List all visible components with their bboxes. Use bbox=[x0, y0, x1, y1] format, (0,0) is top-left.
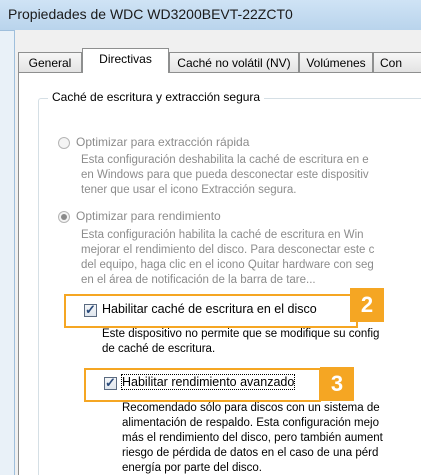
tab-directivas-label: Directivas bbox=[99, 52, 152, 66]
checkbox-write-cache-label[interactable]: Habilitar caché de escritura en el disco bbox=[102, 302, 317, 316]
performance-desc-line-4: en el área de notificación de la barra d… bbox=[81, 274, 316, 286]
tab-directivas[interactable]: Directivas bbox=[82, 48, 169, 73]
tab-general-label: General bbox=[28, 56, 72, 70]
title-bar[interactable]: Propiedades de WDC WD3200BEVT-22ZCT0 bbox=[0, 0, 421, 31]
tab-general[interactable]: General bbox=[18, 52, 82, 72]
radio-quick-removal[interactable] bbox=[58, 137, 70, 149]
checkmark-icon: ✓ bbox=[105, 375, 116, 390]
tab-con[interactable]: Con bbox=[373, 52, 421, 72]
advanced-desc-line-5: energía por parte del disco. bbox=[122, 462, 263, 474]
tab-volumes-label: Volúmenes bbox=[306, 56, 366, 70]
performance-desc-line-3: del equipo, haga clic en el icono Quitar… bbox=[81, 259, 374, 271]
advanced-desc-line-1: Recomendado sólo para discos con un sist… bbox=[122, 402, 380, 414]
checkbox-write-cache[interactable]: ✓ bbox=[84, 302, 97, 317]
write-cache-desc-line-1: Este dispositivo no permite que se modif… bbox=[102, 328, 380, 340]
checkbox-advanced-performance-label[interactable]: Habilitar rendimiento avanzado bbox=[120, 374, 296, 390]
quick-removal-desc-line-2: en Windows para que pueda desconectar es… bbox=[81, 169, 369, 181]
step-badge-3: 3 bbox=[320, 367, 354, 401]
checkmark-icon: ✓ bbox=[85, 302, 96, 317]
radio-performance[interactable] bbox=[58, 211, 70, 223]
tab-volumes[interactable]: Volúmenes bbox=[299, 52, 373, 72]
tab-con-label: Con bbox=[380, 56, 403, 70]
quick-removal-desc-line-1: Esta configuración deshabilita la caché … bbox=[81, 154, 369, 166]
window-title: Propiedades de WDC WD3200BEVT-22ZCT0 bbox=[8, 6, 293, 22]
performance-desc-line-2: mejorar el rendimiento del disco. Para d… bbox=[81, 244, 375, 256]
tab-nv-cache-label: Caché no volátil (NV) bbox=[177, 56, 291, 70]
step-badge-2: 2 bbox=[350, 288, 384, 322]
checkbox-advanced-performance[interactable]: ✓ bbox=[104, 375, 117, 390]
properties-window: Propiedades de WDC WD3200BEVT-22ZCT0 Gen… bbox=[0, 0, 421, 475]
advanced-desc-line-3: más el rendimiento del disco, pero tambi… bbox=[122, 432, 383, 444]
performance-desc-line-1: Esta configuración habilita la caché de … bbox=[81, 229, 364, 241]
quick-removal-desc-line-3: tener que usar el icono Extracción segur… bbox=[81, 184, 297, 196]
advanced-desc-line-4: riesgo de pérdida de datos en el caso de… bbox=[122, 447, 379, 459]
groupbox-title: Caché de escritura y extracción segura bbox=[48, 90, 265, 104]
advanced-desc-line-2: alimentación de respaldo. Esta configura… bbox=[122, 417, 379, 429]
write-cache-desc-line-2: de caché de escritura. bbox=[102, 343, 216, 355]
radio-quick-removal-label[interactable]: Optimizar para extracción rápida bbox=[76, 135, 249, 149]
radio-performance-label[interactable]: Optimizar para rendimiento bbox=[76, 209, 221, 223]
tab-nv-cache[interactable]: Caché no volátil (NV) bbox=[169, 52, 299, 72]
